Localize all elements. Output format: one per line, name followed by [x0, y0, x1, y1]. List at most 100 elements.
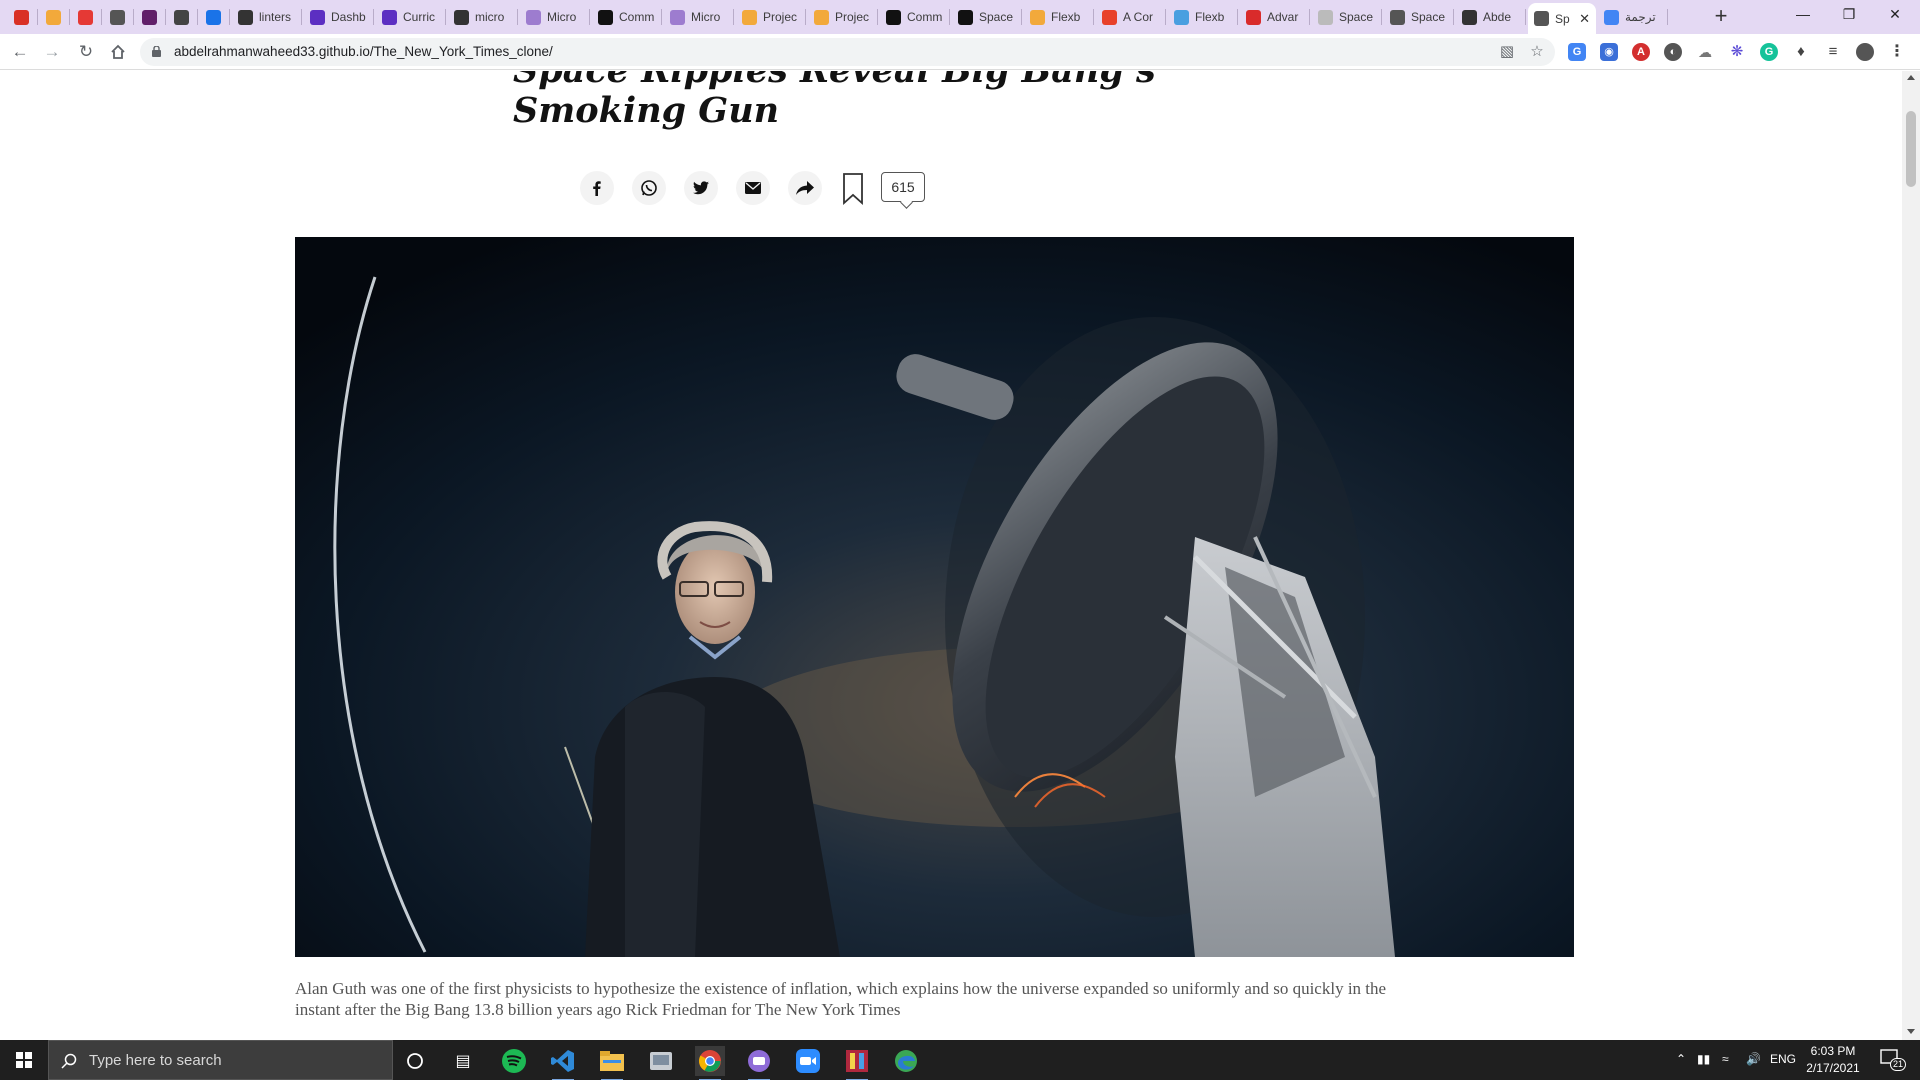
extensions-puzzle-icon[interactable]: ♦: [1792, 43, 1810, 61]
browser-tab[interactable]: Flexb: [1168, 4, 1238, 30]
tomato-icon: [78, 9, 93, 25]
file-explorer-icon[interactable]: [597, 1046, 627, 1080]
browser-tab[interactable]: micro: [448, 4, 518, 30]
save-bookmark-icon[interactable]: [842, 173, 864, 205]
browser-tab[interactable]: Space: [1312, 4, 1382, 30]
browser-tab[interactable]: [72, 4, 102, 30]
tab-separator: [301, 9, 302, 25]
translate-page-icon[interactable]: ▧: [1498, 43, 1516, 61]
browser-tab[interactable]: Advar: [1240, 4, 1310, 30]
browser-tab[interactable]: A Cor: [1096, 4, 1166, 30]
browser-tab[interactable]: Abde: [1456, 4, 1526, 30]
cortana-icon[interactable]: [400, 1046, 430, 1076]
browser-tab[interactable]: [104, 4, 134, 30]
browser-tab[interactable]: Space: [1384, 4, 1454, 30]
whatsapp-share-button[interactable]: [632, 171, 666, 205]
show-hidden-icons-chevron-icon[interactable]: ⌃: [1676, 1052, 1686, 1066]
browser-tab-label: Comm: [619, 10, 655, 24]
asterisk-icon: [1102, 9, 1117, 25]
browser-tab-label: micro: [475, 10, 505, 24]
spotify-icon[interactable]: [499, 1046, 529, 1076]
new-tab-button[interactable]: +: [1708, 4, 1734, 30]
chrome-icon[interactable]: [695, 1046, 725, 1080]
browser-tab[interactable]: Curric: [376, 4, 446, 30]
address-bar[interactable]: abdelrahmanwaheed33.github.io/The_New_Yo…: [140, 38, 1555, 66]
google-translate-extension-icon[interactable]: G: [1568, 43, 1586, 61]
browser-tab[interactable]: Dashb: [304, 4, 374, 30]
profile-avatar[interactable]: [1856, 43, 1874, 61]
browser-tab[interactable]: [8, 4, 38, 30]
facebook-share-button[interactable]: [580, 171, 614, 205]
grammarly-extension-icon[interactable]: G: [1760, 43, 1778, 61]
browser-tab[interactable]: linters: [232, 4, 302, 30]
image-caption: Alan Guth was one of the first physicist…: [295, 979, 1387, 1019]
twitter-share-button[interactable]: [684, 171, 718, 205]
input-language-indicator[interactable]: ENG: [1770, 1052, 1796, 1066]
close-window-button[interactable]: ✕: [1872, 0, 1918, 30]
browser-tab[interactable]: Comm: [592, 4, 662, 30]
wifi-icon[interactable]: ≈: [1722, 1052, 1729, 1066]
more-share-button[interactable]: [788, 171, 822, 205]
browser-tab[interactable]: [200, 4, 230, 30]
browser-tab[interactable]: Projec: [736, 4, 806, 30]
search-icon: [61, 1053, 77, 1069]
adblock-extension-icon[interactable]: A: [1632, 43, 1650, 61]
page-scrollbar[interactable]: [1902, 71, 1920, 1040]
tab-separator: [69, 9, 70, 25]
browser-tab[interactable]: Sp ✕: [1528, 3, 1596, 34]
browser-tab[interactable]: Flexb: [1024, 4, 1094, 30]
dark-mode-extension-icon[interactable]: ◐: [1664, 43, 1682, 61]
close-tab-icon[interactable]: ✕: [1579, 11, 1590, 27]
back-button[interactable]: ←: [8, 40, 32, 64]
page-content: Space Ripples Reveal Big Bang’s Smoking …: [0, 71, 1902, 1040]
action-center-button[interactable]: 21: [1880, 1049, 1908, 1071]
browser-tab[interactable]: Space: [952, 4, 1022, 30]
browser-tab[interactable]: [168, 4, 198, 30]
browser-tab[interactable]: [40, 4, 70, 30]
browser-tab-label: Flexb: [1051, 10, 1081, 24]
microverse-icon: [670, 9, 685, 25]
zoom-icon[interactable]: [793, 1046, 823, 1076]
browser-tab-label: Space: [1339, 10, 1374, 24]
browser-tab[interactable]: Micro: [664, 4, 734, 30]
vscode-icon[interactable]: [548, 1046, 578, 1080]
photos-app-icon[interactable]: [646, 1046, 676, 1076]
scrollbar-thumb[interactable]: [1906, 111, 1916, 187]
volume-icon[interactable]: 🔊: [1746, 1052, 1761, 1066]
gear-extension-icon[interactable]: ❋: [1728, 43, 1746, 61]
browser-menu-icon[interactable]: ⋮: [1888, 43, 1906, 61]
scroll-up-arrow-icon[interactable]: [1907, 75, 1915, 80]
screenshot-extension-icon[interactable]: ◉: [1600, 43, 1618, 61]
email-share-button[interactable]: [736, 171, 770, 205]
scroll-down-arrow-icon[interactable]: [1907, 1029, 1915, 1034]
minimize-button[interactable]: —: [1780, 0, 1826, 30]
reload-button[interactable]: ↻: [74, 40, 98, 64]
forward-button[interactable]: →: [40, 40, 64, 64]
facebook-icon: [593, 181, 601, 196]
task-view-icon[interactable]: ▤: [448, 1046, 478, 1076]
tab-separator: [1165, 9, 1166, 25]
notification-count: 21: [1890, 1058, 1907, 1071]
bookmark-star-icon[interactable]: ☆: [1528, 43, 1546, 61]
system-clock[interactable]: 6:03 PM 2/17/2021: [1803, 1043, 1863, 1077]
start-button[interactable]: [0, 1040, 48, 1080]
comment-count: 615: [891, 179, 915, 195]
tab-separator: [1309, 9, 1310, 25]
battery-icon[interactable]: ▮▮: [1697, 1052, 1710, 1066]
home-button[interactable]: [106, 40, 130, 64]
browser-tab[interactable]: [136, 4, 166, 30]
comments-button[interactable]: 615: [881, 172, 925, 209]
clock-date: 2/17/2021: [1806, 1061, 1860, 1075]
browser-tab[interactable]: ترجمة: [1598, 4, 1668, 30]
taskbar-search-box[interactable]: Type here to search: [48, 1040, 393, 1080]
edge-icon[interactable]: [891, 1046, 921, 1076]
restore-button[interactable]: ❐: [1826, 0, 1872, 30]
browser-tab[interactable]: Micro: [520, 4, 590, 30]
cloud-extension-icon[interactable]: ☁: [1696, 43, 1714, 61]
browser-tab[interactable]: Projec: [808, 4, 878, 30]
reading-list-icon[interactable]: ≡: [1824, 43, 1842, 61]
browser-tab[interactable]: Comm: [880, 4, 950, 30]
speech-bubble-tail: [900, 196, 913, 209]
video-app-icon[interactable]: [744, 1046, 774, 1080]
archive-app-icon[interactable]: [842, 1046, 872, 1080]
